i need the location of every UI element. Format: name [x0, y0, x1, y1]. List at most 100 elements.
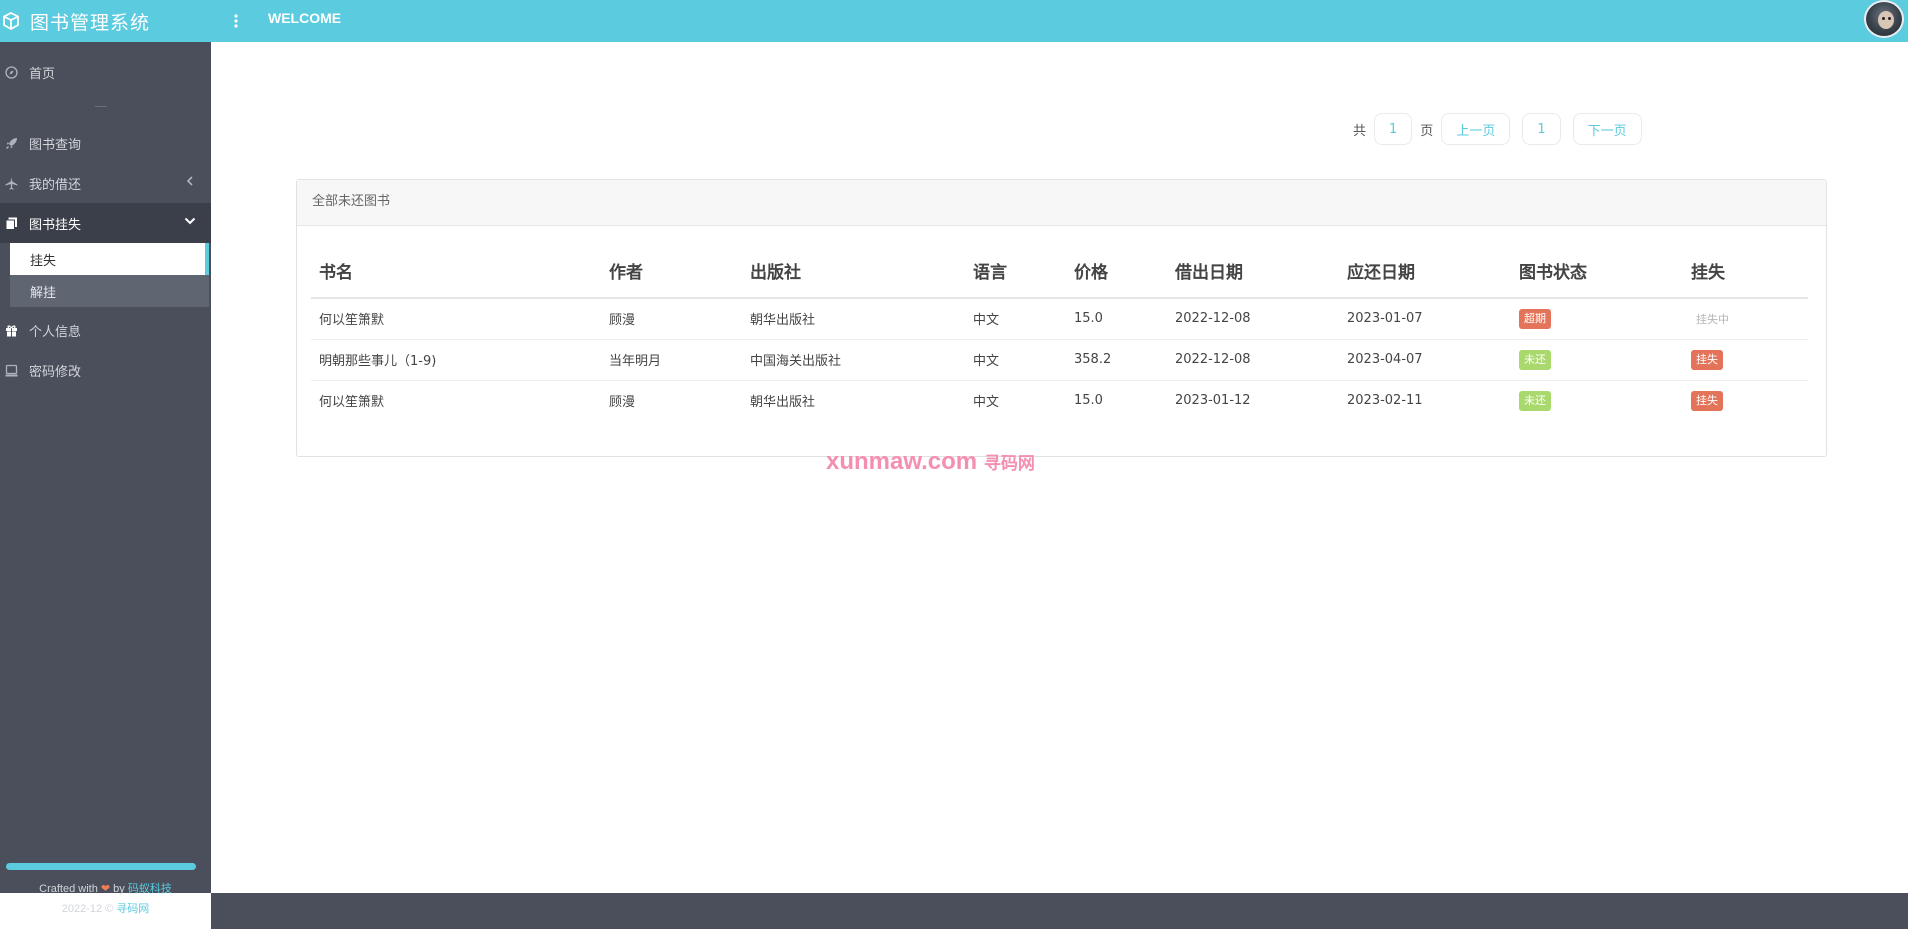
table-row: 何以笙箫默 顾漫 朝华出版社 中文 15.0 2022-12-08 2023-0… — [311, 298, 1808, 340]
credits: Crafted with ❤ by 码蚁科技 2022-12 © 寻码网 — [0, 879, 211, 919]
laptop-icon — [4, 363, 18, 377]
sidebar-item-label: 首页 — [29, 66, 56, 82]
site-link[interactable]: 寻码网 — [116, 903, 149, 915]
chevron-left-icon — [183, 174, 197, 188]
cube-icon — [0, 10, 22, 32]
footer-bar — [211, 893, 1908, 929]
sidebar-item-change-password[interactable]: 密码修改 — [0, 350, 211, 390]
status-badge: 超期 — [1519, 308, 1551, 329]
panel-title: 全部未还图书 — [297, 180, 1826, 226]
cell-due-date: 2023-01-07 — [1339, 298, 1511, 340]
watermark-cn: 寻码网 — [983, 454, 1035, 473]
credits-by: by — [113, 883, 125, 895]
sidebar-item-label: 个人信息 — [29, 324, 82, 340]
column-header: 挂失 — [1683, 244, 1808, 299]
books-table: 书名 作者 出版社 语言 价格 借出日期 应还日期 图书状态 挂失 何以笙箫默 … — [311, 244, 1808, 421]
divider — [95, 106, 107, 107]
pager-total-pages: 1 — [1374, 113, 1413, 145]
sidebar-item-home[interactable]: 首页 — [0, 52, 211, 92]
column-header: 应还日期 — [1339, 244, 1511, 299]
cell-status: 超期 — [1511, 298, 1683, 340]
cell-language: 中文 — [965, 339, 1066, 381]
column-header: 出版社 — [742, 244, 965, 299]
watermark-domain: xunmaw.com — [826, 448, 978, 475]
loss-pending-text: 挂失中 — [1696, 312, 1729, 326]
cell-price: 15.0 — [1074, 393, 1103, 409]
cell-loss: 挂失 — [1683, 339, 1808, 381]
cell-author: 顾漫 — [601, 298, 742, 340]
sidebar: 首页 图书查询 我的借还 图书挂失 挂失 解挂 个人信息 密码修改 Crafte… — [0, 42, 211, 915]
report-loss-button[interactable]: 挂失 — [1691, 349, 1723, 370]
table-header-row: 书名 作者 出版社 语言 价格 借出日期 应还日期 图书状态 挂失 — [311, 244, 1808, 299]
prev-page-button[interactable]: 上一页 — [1441, 113, 1511, 145]
brand[interactable]: 图书管理系统 — [0, 0, 211, 42]
column-header: 语言 — [965, 244, 1066, 299]
cell-title: 明朝那些事儿（1-9) — [311, 339, 601, 381]
sidebar-item-book-search[interactable]: 图书查询 — [0, 123, 211, 163]
status-badge: 未还 — [1519, 390, 1551, 411]
kebab-menu-icon[interactable] — [229, 9, 243, 33]
cell-publisher: 朝华出版社 — [742, 298, 965, 340]
cell-author: 顾漫 — [609, 395, 636, 411]
top-bar: 图书管理系统 WELCOME — [0, 0, 1908, 42]
sidebar-item-book-loss[interactable]: 图书挂失 — [0, 203, 211, 243]
cell-language: 中文 — [973, 395, 1000, 411]
pager-total-suffix: 页 — [1420, 123, 1434, 139]
copy-icon — [4, 216, 18, 230]
sidebar-item-label: 图书查询 — [29, 137, 82, 153]
sub-item-label: 解挂 — [30, 285, 57, 301]
cell-title: 何以笙箫默 — [311, 298, 601, 340]
cell-borrow-date: 2022-12-08 — [1167, 298, 1339, 340]
column-header: 作者 — [601, 244, 742, 299]
cell-loss: 挂失 — [1683, 380, 1808, 421]
cell-borrow-date: 2022-12-08 — [1167, 339, 1339, 381]
cell-language: 中文 — [965, 298, 1066, 340]
welcome-text: WELCOME — [268, 10, 342, 26]
sidebar-item-my-borrow[interactable]: 我的借还 — [0, 163, 211, 203]
credits-text: Crafted with — [39, 883, 98, 895]
sidebar-item-label: 图书挂失 — [29, 217, 82, 233]
sidebar-item-profile[interactable]: 个人信息 — [0, 310, 211, 350]
report-loss-button[interactable]: 挂失 — [1691, 390, 1723, 411]
cell-borrow-date: 2023-01-12 — [1175, 393, 1251, 409]
cell-publisher: 朝华出版社 — [750, 395, 816, 411]
gift-icon — [4, 323, 18, 337]
column-header: 借出日期 — [1167, 244, 1339, 299]
heart-icon: ❤ — [100, 883, 111, 895]
pager-total-prefix: 共 — [1353, 123, 1367, 139]
sidebar-item-label: 密码修改 — [29, 364, 82, 380]
sub-item-report-loss[interactable]: 挂失 — [10, 243, 209, 275]
sub-item-cancel-loss[interactable]: 解挂 — [10, 275, 209, 307]
cell-price: 358.2 — [1066, 339, 1167, 381]
progress-bar — [6, 863, 196, 870]
cell-status: 未还 — [1511, 339, 1683, 381]
cell-due-date: 2023-02-11 — [1347, 393, 1423, 409]
unreturned-books-panel: 全部未还图书 书名 作者 出版社 语言 价格 借出日期 应还日期 图书状态 挂失… — [296, 179, 1827, 457]
column-header: 图书状态 — [1511, 244, 1683, 299]
plane-icon — [4, 176, 18, 190]
chevron-down-icon — [183, 214, 197, 228]
table-row: 何以笙箫默 顾漫 朝华出版社 中文 15.0 2023-01-12 2023-0… — [311, 380, 1808, 421]
status-badge: 未还 — [1519, 349, 1551, 370]
rocket-icon — [4, 136, 18, 150]
watermark: xunmaw.com 寻码网 — [826, 448, 1035, 476]
cell-status: 未还 — [1511, 380, 1683, 421]
table-row: 明朝那些事儿（1-9) 当年明月 中国海关出版社 中文 358.2 2022-1… — [311, 339, 1808, 381]
column-header: 书名 — [311, 244, 601, 299]
sidebar-item-label: 我的借还 — [29, 177, 82, 193]
cell-price: 15.0 — [1066, 298, 1167, 340]
pagination: 共 1 页 上一页 1 下一页 — [1345, 113, 1642, 145]
compass-icon — [4, 65, 18, 79]
app-title: 图书管理系统 — [30, 11, 151, 34]
author-link[interactable]: 码蚁科技 — [128, 883, 172, 895]
avatar[interactable] — [1864, 0, 1904, 38]
column-header: 价格 — [1066, 244, 1167, 299]
current-page-button[interactable]: 1 — [1522, 113, 1561, 145]
next-page-button[interactable]: 下一页 — [1572, 113, 1642, 145]
credits-date: 2022-12 © — [61, 903, 114, 915]
cell-loss: 挂失中 — [1683, 298, 1808, 340]
cell-title: 何以笙箫默 — [319, 395, 385, 411]
sub-item-label: 挂失 — [30, 253, 57, 269]
cell-due-date: 2023-04-07 — [1339, 339, 1511, 381]
cell-publisher: 中国海关出版社 — [742, 339, 965, 381]
